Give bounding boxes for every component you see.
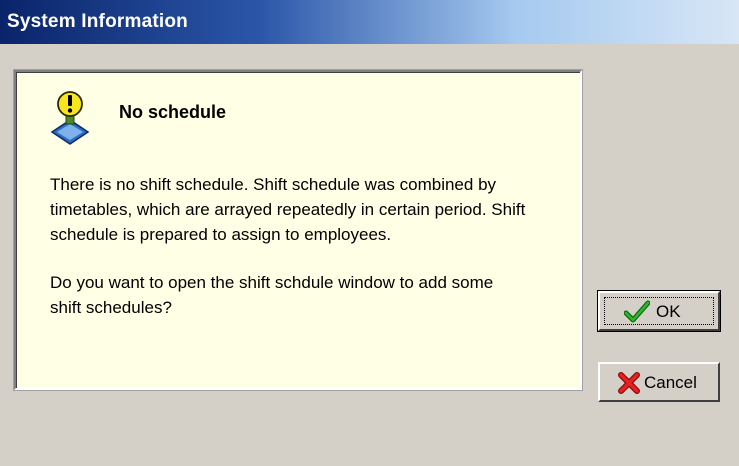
message-body: There is no shift schedule. Shift schedu…: [50, 172, 570, 343]
title-bar[interactable]: System Information: [0, 0, 739, 44]
window-title: System Information: [7, 11, 188, 32]
message-paragraph: There is no shift schedule. Shift schedu…: [50, 175, 526, 244]
cancel-button-label: Cancel: [644, 373, 697, 392]
message-heading: No schedule: [119, 102, 227, 122]
ok-button-label: OK: [656, 302, 681, 321]
checkmark-icon: [624, 300, 650, 323]
message-panel: No schedule There is no shift schedule. …: [13, 69, 583, 391]
cancel-button[interactable]: Cancel: [598, 362, 720, 402]
message-paragraph: Do you want to open the shift schdule wi…: [50, 273, 494, 317]
system-information-dialog: System Information No schedule There is …: [0, 0, 739, 466]
ok-button[interactable]: OK: [597, 290, 721, 332]
warning-exclamation-icon: [50, 91, 90, 145]
red-x-icon: [618, 372, 640, 394]
